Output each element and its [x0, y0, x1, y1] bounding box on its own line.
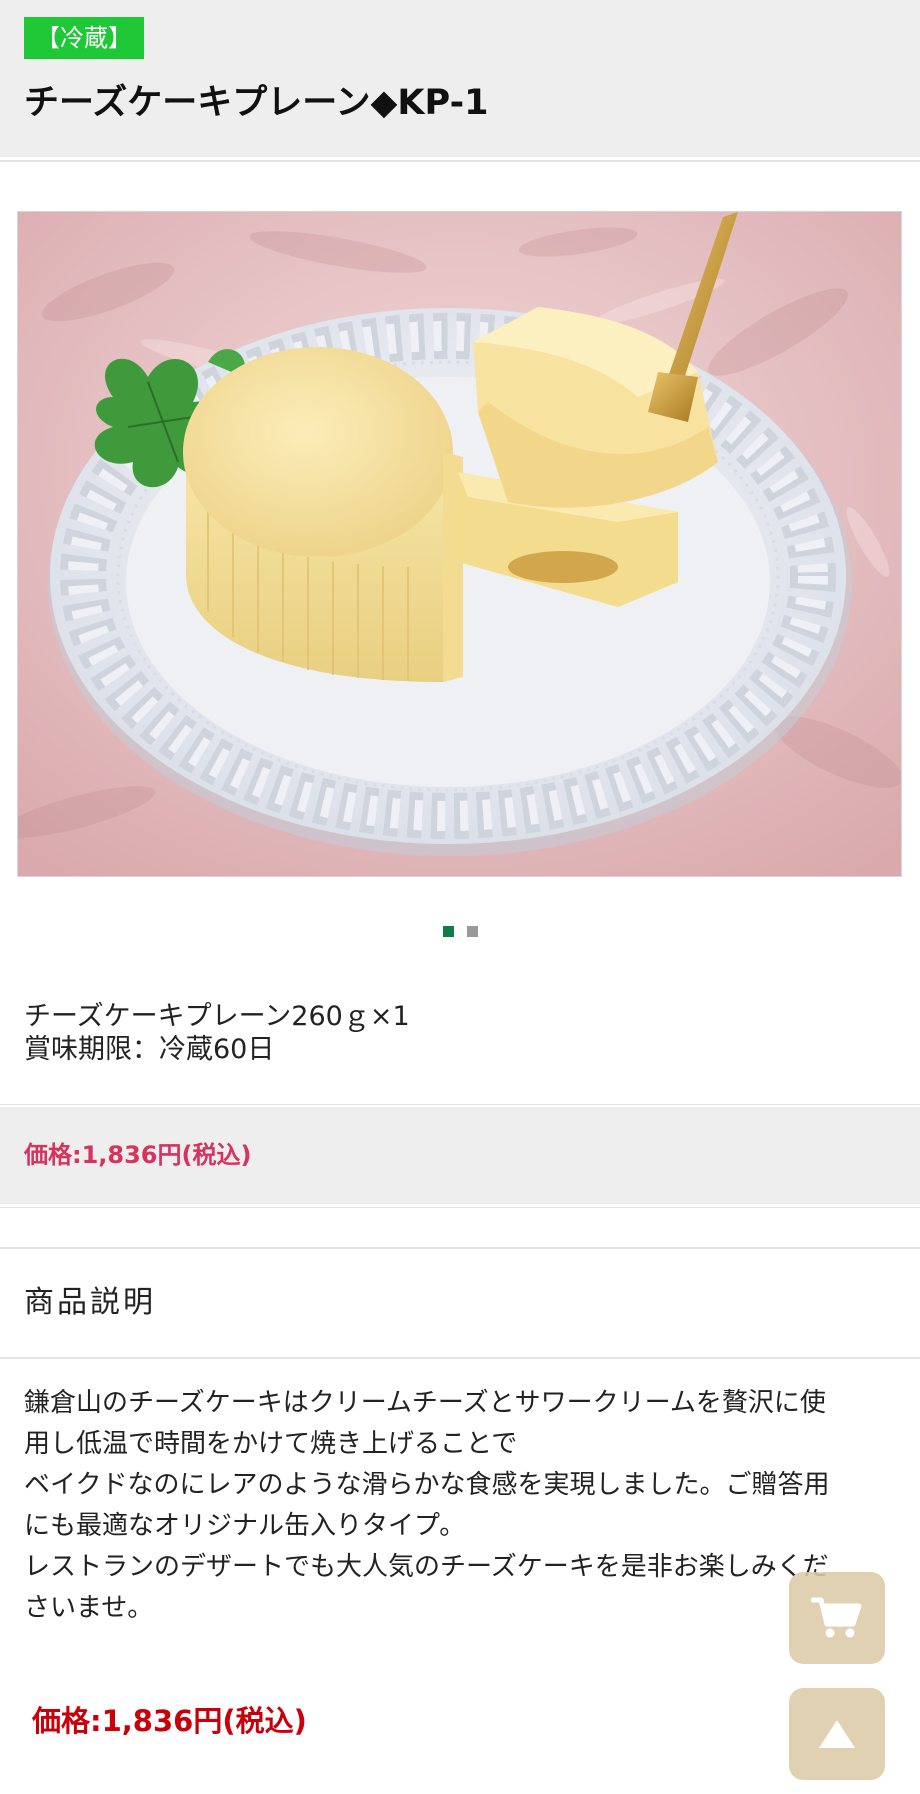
storage-tag: 【冷蔵】	[24, 17, 144, 59]
cart-icon	[811, 1597, 862, 1638]
description-heading: 商品説明	[24, 1285, 156, 1320]
price-band: 価格:1,836円(税込)	[0, 1107, 920, 1204]
description-line: レストランのデザートでも大人気のチーズケーキを是非お楽しみくだ	[24, 1552, 829, 1582]
description-line: さいませ。	[24, 1593, 154, 1623]
carousel-dot-1[interactable]	[443, 926, 454, 937]
divider	[0, 1247, 920, 1249]
product-image-carousel[interactable]	[17, 211, 902, 877]
carousel-dot-2[interactable]	[467, 926, 478, 937]
product-header: 【冷蔵】 チーズケーキプレーン◆KP-1	[0, 0, 920, 157]
divider	[0, 1357, 920, 1359]
product-title: チーズケーキプレーン◆KP-1	[24, 83, 489, 123]
description-line: にも最適なオリジナル缶入りタイプ。	[24, 1511, 466, 1541]
divider	[0, 1207, 920, 1208]
description-line: 鎌倉山のチーズケーキはクリームチーズとサワークリームを贅沢に使	[24, 1388, 826, 1418]
spec-shelf-life: 賞味期限：冷蔵60日	[24, 1034, 275, 1065]
description-text: 鎌倉山のチーズケーキはクリームチーズとサワークリームを贅沢に使 用し低温で時間を…	[24, 1383, 896, 1629]
scroll-to-top-button[interactable]	[789, 1688, 885, 1780]
description-line: ベイクドなのにレアのような滑らかな食感を実現しました。ご贈答用	[24, 1470, 830, 1500]
description-line: 用し低温で時間をかけて焼き上げることで	[24, 1429, 518, 1459]
divider	[0, 160, 920, 162]
divider	[0, 1104, 920, 1105]
cart-button[interactable]	[789, 1572, 885, 1664]
arrow-up-icon	[819, 1720, 855, 1748]
cheesecake-photo	[18, 212, 901, 876]
price-label-bottom: 価格:1,836円(税込)	[32, 1704, 307, 1738]
price-label: 価格:1,836円(税込)	[24, 1141, 252, 1169]
spec-contents: チーズケーキプレーン260ｇ×1	[24, 1001, 410, 1032]
